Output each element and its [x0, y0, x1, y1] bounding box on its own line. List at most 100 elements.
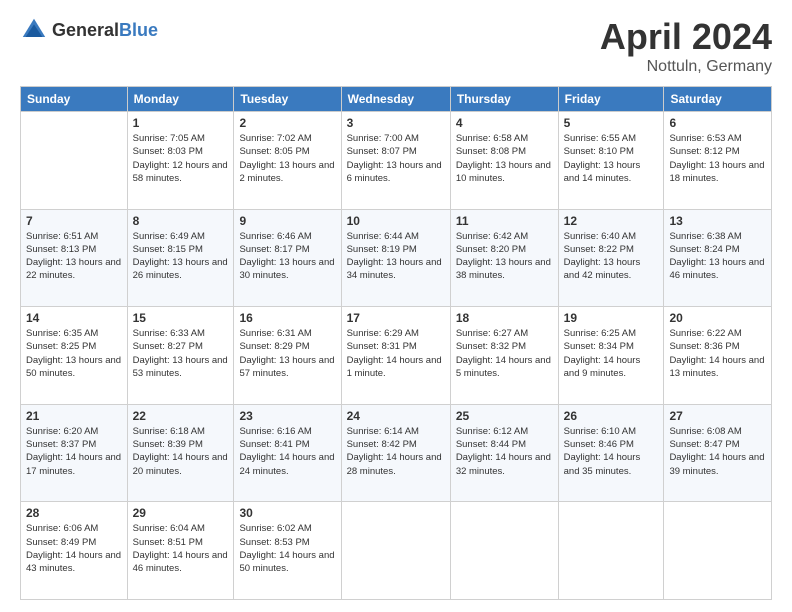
calendar-cell: 26 Sunrise: 6:10 AM Sunset: 8:46 PM Dayli…: [558, 404, 664, 502]
logo: GeneralBlue: [20, 16, 158, 44]
day-number: 1: [133, 116, 229, 130]
day-info: Sunrise: 6:40 AM Sunset: 8:22 PM Dayligh…: [564, 230, 659, 283]
calendar-week-1: 7Sunrise: 6:51 AM Sunset: 8:13 PM Daylig…: [21, 209, 772, 307]
day-number: 20: [669, 311, 766, 325]
calendar-cell: 9Sunrise: 6:46 AM Sunset: 8:17 PM Daylig…: [234, 209, 341, 307]
title-area: April 2024 Nottuln, Germany: [600, 16, 772, 76]
day-number: 27: [669, 409, 766, 423]
calendar-week-0: 1 Sunrise: 7:05 AM Sunset: 8:03 PM Daylig…: [21, 112, 772, 210]
calendar-cell: 13Sunrise: 6:38 AM Sunset: 8:24 PM Dayli…: [664, 209, 772, 307]
header-tuesday: Tuesday: [234, 87, 341, 112]
calendar-week-3: 21 Sunrise: 6:20 AM Sunset: 8:37 PM Dayli…: [21, 404, 772, 502]
day-number: 19: [564, 311, 659, 325]
header-thursday: Thursday: [450, 87, 558, 112]
calendar-cell: 28 Sunrise: 6:06 AM Sunset: 8:49 PM Dayli…: [21, 502, 128, 600]
calendar-cell: 20 Sunrise: 6:22 AM Sunset: 8:36 PM Dayli…: [664, 307, 772, 405]
calendar-cell: 29 Sunrise: 6:04 AM Sunset: 8:51 PM Dayli…: [127, 502, 234, 600]
calendar-cell: [21, 112, 128, 210]
day-info: Sunrise: 6:38 AM Sunset: 8:24 PM Dayligh…: [669, 230, 766, 283]
day-info: Sunrise: 6:49 AM Sunset: 8:15 PM Dayligh…: [133, 230, 229, 283]
calendar-cell: 4Sunrise: 6:58 AM Sunset: 8:08 PM Daylig…: [450, 112, 558, 210]
day-info: Sunrise: 6:53 AM Sunset: 8:12 PM Dayligh…: [669, 132, 766, 185]
calendar-cell: 25Sunrise: 6:12 AM Sunset: 8:44 PM Dayli…: [450, 404, 558, 502]
day-number: 2: [239, 116, 335, 130]
calendar-cell: 1 Sunrise: 7:05 AM Sunset: 8:03 PM Daylig…: [127, 112, 234, 210]
calendar-cell: 30 Sunrise: 6:02 AM Sunset: 8:53 PM Dayli…: [234, 502, 341, 600]
calendar-cell: 10Sunrise: 6:44 AM Sunset: 8:19 PM Dayli…: [341, 209, 450, 307]
logo-blue: Blue: [119, 20, 158, 40]
day-number: 25: [456, 409, 553, 423]
day-info: Sunrise: 6:10 AM Sunset: 8:46 PM Dayligh…: [564, 425, 659, 478]
logo-text: GeneralBlue: [52, 20, 158, 41]
header-saturday: Saturday: [664, 87, 772, 112]
day-number: 10: [347, 214, 445, 228]
day-number: 15: [133, 311, 229, 325]
day-info: Sunrise: 6:04 AM Sunset: 8:51 PM Dayligh…: [133, 522, 229, 575]
day-info: Sunrise: 6:22 AM Sunset: 8:36 PM Dayligh…: [669, 327, 766, 380]
calendar-cell: 22 Sunrise: 6:18 AM Sunset: 8:39 PM Dayli…: [127, 404, 234, 502]
header-monday: Monday: [127, 87, 234, 112]
day-info: Sunrise: 6:08 AM Sunset: 8:47 PM Dayligh…: [669, 425, 766, 478]
day-number: 9: [239, 214, 335, 228]
calendar-cell: [664, 502, 772, 600]
day-number: 16: [239, 311, 335, 325]
day-info: Sunrise: 7:02 AM Sunset: 8:05 PM Dayligh…: [239, 132, 335, 185]
day-info: Sunrise: 6:35 AM Sunset: 8:25 PM Dayligh…: [26, 327, 122, 380]
calendar-cell: 5 Sunrise: 6:55 AM Sunset: 8:10 PM Daylig…: [558, 112, 664, 210]
calendar-week-2: 14 Sunrise: 6:35 AM Sunset: 8:25 PM Dayli…: [21, 307, 772, 405]
day-number: 24: [347, 409, 445, 423]
day-info: Sunrise: 6:20 AM Sunset: 8:37 PM Dayligh…: [26, 425, 122, 478]
day-info: Sunrise: 7:00 AM Sunset: 8:07 PM Dayligh…: [347, 132, 445, 185]
day-info: Sunrise: 6:27 AM Sunset: 8:32 PM Dayligh…: [456, 327, 553, 380]
day-info: Sunrise: 6:29 AM Sunset: 8:31 PM Dayligh…: [347, 327, 445, 380]
day-number: 12: [564, 214, 659, 228]
header: GeneralBlue April 2024 Nottuln, Germany: [20, 16, 772, 76]
day-number: 11: [456, 214, 553, 228]
day-number: 14: [26, 311, 122, 325]
day-info: Sunrise: 6:06 AM Sunset: 8:49 PM Dayligh…: [26, 522, 122, 575]
header-friday: Friday: [558, 87, 664, 112]
page: GeneralBlue April 2024 Nottuln, Germany …: [0, 0, 792, 612]
day-info: Sunrise: 6:33 AM Sunset: 8:27 PM Dayligh…: [133, 327, 229, 380]
day-number: 29: [133, 506, 229, 520]
day-number: 3: [347, 116, 445, 130]
calendar-cell: [450, 502, 558, 600]
calendar-cell: 11Sunrise: 6:42 AM Sunset: 8:20 PM Dayli…: [450, 209, 558, 307]
header-sunday: Sunday: [21, 87, 128, 112]
calendar-cell: 14 Sunrise: 6:35 AM Sunset: 8:25 PM Dayli…: [21, 307, 128, 405]
calendar-cell: 15 Sunrise: 6:33 AM Sunset: 8:27 PM Dayli…: [127, 307, 234, 405]
calendar-cell: 3 Sunrise: 7:00 AM Sunset: 8:07 PM Daylig…: [341, 112, 450, 210]
calendar-cell: 19 Sunrise: 6:25 AM Sunset: 8:34 PM Dayli…: [558, 307, 664, 405]
day-number: 6: [669, 116, 766, 130]
calendar-table: Sunday Monday Tuesday Wednesday Thursday…: [20, 86, 772, 600]
month-title: April 2024: [600, 16, 772, 58]
calendar-cell: 27 Sunrise: 6:08 AM Sunset: 8:47 PM Dayli…: [664, 404, 772, 502]
day-info: Sunrise: 6:14 AM Sunset: 8:42 PM Dayligh…: [347, 425, 445, 478]
calendar-cell: 21 Sunrise: 6:20 AM Sunset: 8:37 PM Dayli…: [21, 404, 128, 502]
day-number: 18: [456, 311, 553, 325]
day-number: 8: [133, 214, 229, 228]
day-number: 23: [239, 409, 335, 423]
calendar-cell: 18 Sunrise: 6:27 AM Sunset: 8:32 PM Dayli…: [450, 307, 558, 405]
logo-general: General: [52, 20, 119, 40]
calendar-cell: 24 Sunrise: 6:14 AM Sunset: 8:42 PM Dayli…: [341, 404, 450, 502]
day-number: 26: [564, 409, 659, 423]
calendar-cell: 2 Sunrise: 7:02 AM Sunset: 8:05 PM Daylig…: [234, 112, 341, 210]
weekday-header-row: Sunday Monday Tuesday Wednesday Thursday…: [21, 87, 772, 112]
day-number: 30: [239, 506, 335, 520]
day-number: 22: [133, 409, 229, 423]
day-number: 21: [26, 409, 122, 423]
day-info: Sunrise: 6:51 AM Sunset: 8:13 PM Dayligh…: [26, 230, 122, 283]
calendar-cell: [558, 502, 664, 600]
day-number: 28: [26, 506, 122, 520]
day-number: 4: [456, 116, 553, 130]
day-info: Sunrise: 6:25 AM Sunset: 8:34 PM Dayligh…: [564, 327, 659, 380]
calendar-cell: 12 Sunrise: 6:40 AM Sunset: 8:22 PM Dayli…: [558, 209, 664, 307]
day-info: Sunrise: 6:16 AM Sunset: 8:41 PM Dayligh…: [239, 425, 335, 478]
day-info: Sunrise: 6:18 AM Sunset: 8:39 PM Dayligh…: [133, 425, 229, 478]
day-info: Sunrise: 6:55 AM Sunset: 8:10 PM Dayligh…: [564, 132, 659, 185]
day-info: Sunrise: 6:02 AM Sunset: 8:53 PM Dayligh…: [239, 522, 335, 575]
day-number: 5: [564, 116, 659, 130]
day-info: Sunrise: 7:05 AM Sunset: 8:03 PM Dayligh…: [133, 132, 229, 185]
logo-icon: [20, 16, 48, 44]
